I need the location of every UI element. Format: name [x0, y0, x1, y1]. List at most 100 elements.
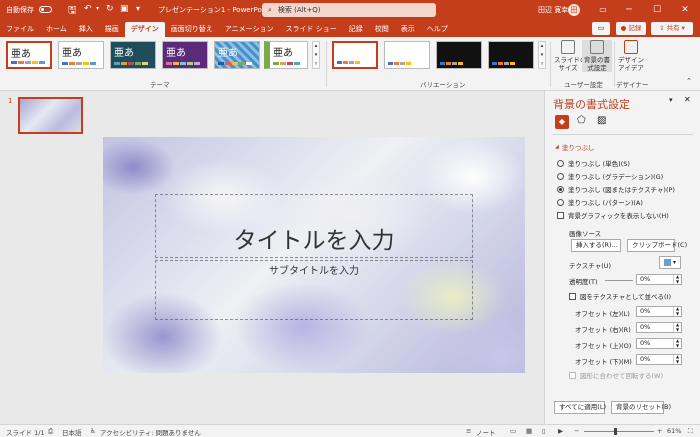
variation-1[interactable] — [332, 41, 378, 69]
undo-icon[interactable]: ↶ — [84, 4, 92, 14]
tab-design[interactable]: デザイン — [124, 22, 165, 37]
tab-transitions[interactable]: 画面切り替え — [165, 22, 219, 37]
theme-4[interactable]: 亜あ — [162, 41, 208, 69]
spin-arrows[interactable]: ▲ ▼ — [673, 322, 681, 332]
design-ideas-button[interactable]: デザイン アイデア — [618, 40, 644, 72]
theme-gallery-scroll[interactable]: ▴ ▾ ▿ — [312, 41, 320, 69]
option-pattern[interactable]: 塗りつぶし (パターン)(A) — [557, 197, 643, 207]
close-icon[interactable]: ✕ — [684, 95, 691, 104]
zoom-slider-thumb[interactable] — [614, 428, 617, 435]
tile-checkbox[interactable] — [569, 292, 576, 300]
offset-bottom-input[interactable]: 0% ▲ ▼ — [636, 354, 682, 365]
tab-insert[interactable]: 挿入 — [73, 22, 99, 37]
language[interactable]: 日本語 — [62, 427, 82, 437]
ribbon-display-icon[interactable]: ▭ — [590, 0, 616, 20]
fill-icon[interactable]: ◆ — [555, 115, 569, 129]
zoom-in-icon[interactable]: + — [657, 427, 662, 435]
tab-record[interactable]: 記録 — [343, 22, 369, 37]
theme-5[interactable]: 亜あ — [214, 41, 260, 69]
tab-help[interactable]: ヘルプ — [421, 22, 454, 37]
theme-sample-text: 亜あ — [218, 48, 238, 59]
offset-top-input[interactable]: 0% ▲ ▼ — [636, 338, 682, 349]
comment-icon[interactable]: ▭ — [592, 22, 610, 35]
search-box[interactable]: ⌕ 検索 (Alt+Q) — [262, 3, 436, 17]
zoom-slider[interactable] — [584, 431, 654, 432]
reset-background-button[interactable]: 背景のリセット(B) — [611, 401, 671, 414]
maximize-button[interactable]: ☐ — [644, 0, 670, 20]
spin-arrows[interactable]: ▲ ▼ — [673, 306, 681, 316]
tab-home[interactable]: ホーム — [40, 22, 73, 37]
spin-arrows[interactable]: ▲ ▼ — [673, 354, 681, 364]
theme-office[interactable]: 亜あ — [6, 41, 52, 69]
slide-thumbnail[interactable] — [18, 97, 83, 134]
radio-picture[interactable] — [557, 185, 564, 193]
effects-icon[interactable]: ⬠ — [577, 115, 586, 126]
save-icon[interactable]: 🖫 — [68, 3, 77, 20]
theme-6[interactable]: 亜あ — [264, 41, 308, 69]
minimize-button[interactable]: ─ — [616, 0, 642, 20]
variation-gallery-scroll[interactable]: ▴ ▾ ▿ — [538, 41, 546, 69]
apply-all-button[interactable]: すべてに適用(L) — [554, 401, 606, 414]
hide-graphics-checkbox[interactable] — [557, 211, 564, 219]
fit-to-window-icon[interactable]: ⛶ — [688, 427, 693, 436]
spin-arrows[interactable]: ▲ ▼ — [673, 338, 681, 348]
format-background-button[interactable]: 背景の書 式設定 — [582, 40, 612, 72]
theme-2[interactable]: 亜あ — [58, 41, 104, 69]
option-gradient[interactable]: 塗りつぶし (グラデーション)(G) — [557, 171, 663, 181]
tab-review[interactable]: 校閲 — [369, 22, 395, 37]
close-button[interactable]: ✕ — [672, 0, 698, 20]
record-button[interactable]: ● 記録 — [616, 22, 646, 35]
accessibility-icon[interactable]: ♿ — [90, 427, 96, 435]
offset-right-input[interactable]: 0% ▲ ▼ — [636, 322, 682, 333]
tile-option[interactable]: 図をテクスチャとして並べる(I) — [569, 291, 671, 301]
reading-view-icon[interactable]: ▯ — [542, 427, 546, 435]
tab-slideshow[interactable]: スライド ショー — [280, 22, 343, 37]
slide-size-button[interactable]: スライドの サイズ — [554, 40, 587, 72]
present-icon[interactable]: ▣ — [120, 4, 129, 14]
zoom-out-icon[interactable]: − — [574, 427, 579, 435]
accessibility-status[interactable]: アクセシビリティ: 問題ありません — [100, 427, 201, 437]
transparency-slider[interactable] — [605, 280, 633, 281]
fill-section-header[interactable]: ◢ 塗りつぶし — [555, 142, 594, 152]
notes-button[interactable]: ノート — [476, 427, 496, 437]
picture-icon[interactable]: ▨ — [597, 115, 606, 126]
offset-left-input[interactable]: 0% ▲ ▼ — [636, 306, 682, 317]
option-solid[interactable]: 塗りつぶし (単色)(S) — [557, 158, 630, 168]
chevron-down-icon[interactable]: ▾ — [96, 5, 99, 12]
pane-options-icon[interactable]: ▾ — [669, 96, 673, 104]
theme-3[interactable]: 亜あ — [110, 41, 156, 69]
variation-3[interactable] — [436, 41, 482, 69]
option-picture[interactable]: 塗りつぶし (図またはテクスチャ)(P) — [557, 184, 675, 194]
insert-button[interactable]: 挿入する(R)... — [571, 239, 621, 252]
normal-view-icon[interactable]: ▭ — [510, 427, 516, 435]
customize-qat-icon[interactable]: ▾ — [136, 4, 140, 13]
spin-arrows[interactable]: ▲ ▼ — [673, 274, 681, 284]
share-button[interactable]: ⇪ 共有 ▾ — [651, 22, 693, 35]
texture-picker[interactable]: ▾ — [659, 256, 681, 269]
slide-title[interactable]: タイトルを入力 — [103, 221, 525, 255]
autosave-toggle[interactable] — [39, 6, 52, 13]
spellcheck-icon[interactable]: ⎙ — [48, 427, 53, 436]
slide-subtitle[interactable]: サブタイトルを入力 — [103, 262, 525, 277]
slideshow-view-icon[interactable]: ▶ — [558, 427, 563, 435]
variation-2[interactable] — [384, 41, 430, 69]
hide-graphics-option[interactable]: 背景グラフィックを表示しない(H) — [557, 210, 669, 220]
redo-icon[interactable]: ↻ — [106, 4, 114, 14]
avatar[interactable]: 田 — [568, 4, 580, 16]
radio-pattern[interactable] — [557, 198, 564, 206]
radio-solid[interactable] — [557, 159, 564, 167]
notes-icon[interactable]: ≡ — [466, 427, 471, 435]
slide-sorter-icon[interactable]: ▦ — [526, 427, 532, 435]
tab-file[interactable]: ファイル — [0, 22, 40, 37]
clipboard-button[interactable]: クリップボード(C) — [627, 239, 687, 252]
transparency-input[interactable]: 0% ▲ ▼ — [636, 274, 682, 285]
tab-animations[interactable]: アニメーション — [219, 22, 280, 37]
collapse-ribbon-icon[interactable]: ⌃ — [686, 77, 692, 85]
zoom-level[interactable]: 61% — [667, 427, 681, 435]
tab-draw[interactable]: 描画 — [99, 22, 125, 37]
transparency-value: 0% — [640, 275, 651, 283]
variation-4[interactable] — [488, 41, 534, 69]
radio-gradient[interactable] — [557, 172, 564, 180]
slide-canvas[interactable]: タイトルを入力 サブタイトルを入力 — [103, 137, 525, 373]
tab-view[interactable]: 表示 — [395, 22, 421, 37]
